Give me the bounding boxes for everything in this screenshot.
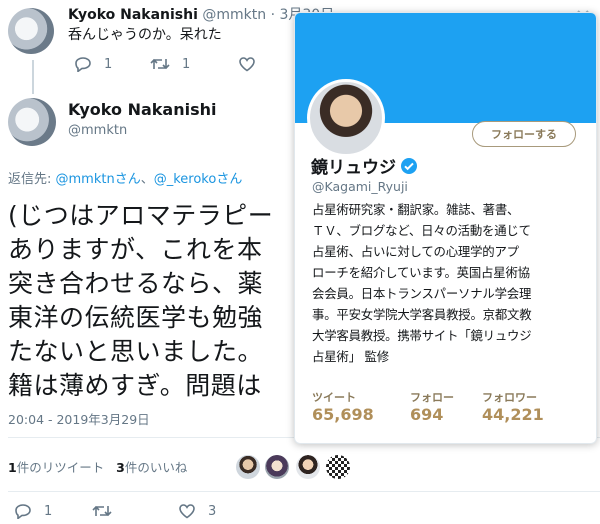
profile-handle[interactable]: @Kagami_Ryuji	[312, 179, 408, 194]
divider	[8, 491, 600, 492]
liker-avatar[interactable]	[236, 455, 260, 479]
verified-badge-icon	[401, 157, 417, 174]
reply-icon	[75, 57, 91, 72]
profile-avatar[interactable]	[307, 79, 385, 157]
main-author-handle[interactable]: @mmktn	[68, 123, 127, 138]
main-like-count: 3	[208, 503, 217, 519]
following-stat-value[interactable]: 694	[410, 405, 443, 424]
main-timestamp[interactable]: 20:04 - 2019年3月29日	[8, 409, 150, 428]
reply-to-mmktn[interactable]: @mmktnさん	[56, 172, 141, 187]
engagement-stats: 1件のリツイート 3件のいいね	[8, 457, 187, 476]
reply-to-prefix: 返信先:	[8, 172, 56, 187]
tweets-stat-label[interactable]: ツイート	[312, 389, 356, 405]
main-reply-action[interactable]: 1	[14, 503, 52, 519]
heart-icon	[179, 504, 195, 519]
main-author-avatar[interactable]	[8, 98, 56, 146]
likes-link[interactable]: 3件のいいね	[116, 460, 187, 475]
main-tweet-text: (じつはアロマテラピー ありますが、これを本 突き合わせるなら、薬 東洋の伝統医…	[8, 201, 274, 400]
reply-reply-action[interactable]: 1	[74, 56, 112, 72]
following-stat-label[interactable]: フォロー	[410, 389, 454, 405]
main-author-name[interactable]: Kyoko Nakanishi	[68, 100, 216, 119]
reply-text: 呑んじゃうのか。呆れた	[68, 27, 222, 43]
retweets-link[interactable]: 1件のリツイート	[8, 460, 104, 475]
main-like-action[interactable]: 3	[178, 503, 216, 519]
profile-display-name[interactable]: 鏡リュウジ	[311, 153, 418, 178]
reply-to-keroko[interactable]: @_kerokoさん	[154, 172, 243, 187]
reply-author-avatar[interactable]	[8, 8, 54, 54]
reply-to-line: 返信先: @mmktnさん、@_kerokoさん	[8, 172, 243, 187]
reply-like-action[interactable]	[238, 56, 268, 72]
followers-stat-label[interactable]: フォロワー	[482, 389, 537, 405]
tweets-stat-value[interactable]: 65,698	[312, 405, 374, 424]
main-retweet-action[interactable]	[92, 503, 124, 519]
liker-avatar[interactable]	[265, 455, 289, 479]
retweet-icon	[150, 58, 170, 70]
reply-icon	[15, 504, 31, 519]
profile-bio: 占星術研究家・翻訳家。雑誌、著書、 ＴＶ、ブログなど、日々の活動を通じて 占星術…	[312, 202, 532, 364]
reply-author-handle[interactable]: @mmktn	[202, 7, 266, 23]
retweet-icon	[92, 505, 112, 517]
profile-hover-card: フォローする 鏡リュウジ @Kagami_Ryuji 占星術研究家・翻訳家。雑誌…	[294, 12, 597, 444]
reply-reply-count: 1	[104, 56, 113, 72]
followers-stat-value[interactable]: 44,221	[482, 405, 544, 424]
reply-retweet-action[interactable]: 1	[150, 56, 190, 72]
liker-avatar[interactable]	[326, 455, 350, 479]
reply-author-name[interactable]: Kyoko Nakanishi	[68, 7, 198, 23]
thread-connector	[32, 60, 34, 94]
heart-icon	[239, 57, 255, 72]
follow-button[interactable]: フォローする	[472, 121, 576, 147]
reply-retweet-count: 1	[182, 56, 191, 72]
liker-avatar[interactable]	[296, 455, 320, 479]
main-reply-count: 1	[44, 503, 53, 519]
